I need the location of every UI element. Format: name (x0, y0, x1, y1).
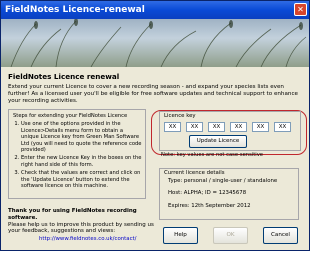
licence-key-field-3[interactable]: XX (208, 122, 225, 132)
licence-key-field-4[interactable]: XX (230, 122, 247, 132)
licence-key-label: Licence key (164, 113, 196, 119)
ok-button[interactable]: OK (213, 227, 248, 244)
update-licence-button[interactable]: Update Licence (189, 135, 247, 148)
licence-type: Type: personal / single-user / standalon… (168, 178, 278, 184)
step-item: Check that the values are correct and cl… (21, 170, 142, 189)
thanks-section: Thank you for using FieldNotes recording… (8, 208, 158, 235)
banner-image (1, 19, 309, 67)
contact-link[interactable]: http://www.fieldnotes.co.uk/contact/ (39, 236, 136, 242)
licence-details-label: Current licence details (164, 170, 225, 176)
help-button[interactable]: Help (163, 227, 198, 244)
licence-key-field-2[interactable]: XX (186, 122, 203, 132)
licence-details-group: Current licence details Type: personal /… (159, 168, 299, 220)
intro-text: Extend your current Licence to cover a n… (8, 84, 298, 104)
licence-key-field-6[interactable]: XX (274, 122, 291, 132)
licence-key-field-5[interactable]: XX (252, 122, 269, 132)
thanks-text: Please help us to improve this product b… (8, 221, 154, 235)
page-title: FieldNotes Licence renewal (8, 72, 120, 81)
title-bar: FieldNotes Licence-renewal ✕ (1, 1, 309, 19)
step-item: Enter the new Licence Key in the boxes o… (21, 155, 142, 168)
grass-illustration (10, 19, 307, 67)
close-icon[interactable]: ✕ (294, 3, 307, 16)
step-item: Use one of the options provided in the L… (21, 121, 142, 153)
window-title: FieldNotes Licence-renewal (5, 5, 145, 15)
licence-renewal-window: FieldNotes Licence-renewal ✕ FieldNotes … (0, 0, 310, 251)
case-note: Note: key values are not case-sensitive (161, 152, 263, 158)
steps-group: Steps for extending your FieldNotes Lice… (8, 109, 146, 199)
thanks-heading: Thank you for using FieldNotes recording… (8, 208, 137, 221)
content-area: FieldNotes Licence renewal Extend your c… (1, 67, 309, 250)
steps-label: Steps for extending your FieldNotes Lice… (13, 113, 128, 119)
licence-key-group: Licence key XX XX XX XX XX XX Update Lic… (159, 111, 301, 151)
cancel-button[interactable]: Cancel (263, 227, 298, 244)
licence-host: Host: ALPHA; ID = 12345678 (168, 190, 247, 196)
licence-expiry: Expires: 12th September 2012 (168, 203, 251, 209)
licence-key-field-1[interactable]: XX (164, 122, 181, 132)
